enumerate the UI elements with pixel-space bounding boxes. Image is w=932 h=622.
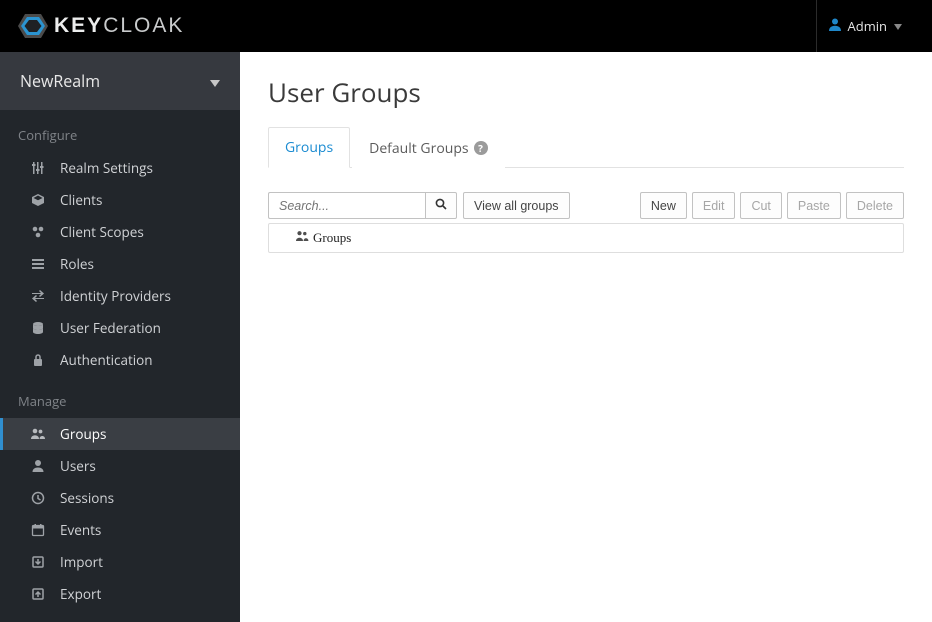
edit-button[interactable]: Edit — [692, 192, 736, 219]
sidebar-item-import[interactable]: Import — [0, 546, 240, 578]
cube-icon — [30, 193, 45, 208]
sidebar-item-label: Groups — [60, 425, 106, 443]
tab-default-groups[interactable]: Default Groups ? — [352, 127, 504, 168]
sidebar-item-roles[interactable]: Roles — [0, 248, 240, 280]
user-icon — [829, 17, 841, 35]
tree-root-label: Groups — [313, 230, 351, 246]
brand-logo[interactable]: KEYCLOAK — [18, 12, 184, 40]
sidebar-item-label: Import — [60, 553, 103, 571]
tab-label: Groups — [285, 138, 333, 157]
search-input[interactable] — [268, 192, 425, 219]
sidebar-item-label: Identity Providers — [60, 287, 171, 305]
scopes-icon — [30, 225, 45, 240]
export-icon — [30, 587, 45, 602]
realm-name: NewRealm — [20, 70, 100, 92]
sidebar-item-identity-providers[interactable]: Identity Providers — [0, 280, 240, 312]
sidebar-item-events[interactable]: Events — [0, 514, 240, 546]
groups-icon — [295, 230, 309, 246]
sidebar-item-groups[interactable]: Groups — [0, 418, 240, 450]
sidebar-item-label: Export — [60, 585, 101, 603]
sidebar-item-user-federation[interactable]: User Federation — [0, 312, 240, 344]
sidebar-item-client-scopes[interactable]: Client Scopes — [0, 216, 240, 248]
tab-groups[interactable]: Groups — [268, 127, 350, 168]
calendar-icon — [30, 523, 45, 538]
tab-label: Default Groups — [369, 139, 468, 158]
tree-root[interactable]: Groups — [269, 224, 903, 252]
toolbar-right: New Edit Cut Paste Delete — [640, 192, 904, 219]
sidebar-item-label: Roles — [60, 255, 94, 273]
main-content: User Groups Groups Default Groups ? — [240, 52, 932, 622]
sidebar-item-label: Realm Settings — [60, 159, 153, 177]
sliders-icon — [30, 161, 45, 176]
exchange-icon — [30, 289, 45, 304]
search-icon — [435, 198, 447, 213]
top-header: KEYCLOAK Admin — [0, 0, 932, 52]
user-name: Admin — [848, 17, 887, 35]
help-icon[interactable]: ? — [474, 141, 488, 155]
paste-button[interactable]: Paste — [787, 192, 841, 219]
sidebar-item-label: Sessions — [60, 489, 114, 507]
search-button[interactable] — [425, 192, 457, 219]
sidebar-section-manage: Manage — [0, 376, 240, 418]
user-icon — [30, 459, 45, 474]
sidebar-item-label: Authentication — [60, 351, 153, 369]
chevron-down-icon — [210, 70, 220, 92]
import-icon — [30, 555, 45, 570]
sidebar-item-label: Events — [60, 521, 101, 539]
chevron-down-icon — [894, 19, 902, 33]
sidebar-item-realm-settings[interactable]: Realm Settings — [0, 152, 240, 184]
realm-selector[interactable]: NewRealm — [0, 52, 240, 110]
sidebar-item-authentication[interactable]: Authentication — [0, 344, 240, 376]
groups-tree: Groups — [268, 223, 904, 253]
page-title: User Groups — [268, 74, 904, 110]
sidebar-item-export[interactable]: Export — [0, 578, 240, 610]
delete-button[interactable]: Delete — [846, 192, 904, 219]
brand-name: KEYCLOAK — [54, 14, 184, 38]
sidebar-item-label: User Federation — [60, 319, 161, 337]
sidebar-item-label: Clients — [60, 191, 102, 209]
database-icon — [30, 321, 45, 336]
groups-icon — [30, 427, 45, 442]
new-button[interactable]: New — [640, 192, 687, 219]
cut-button[interactable]: Cut — [740, 192, 781, 219]
tabs: Groups Default Groups ? — [268, 126, 904, 168]
groups-panel: View all groups New Edit Cut Paste Delet… — [268, 192, 904, 253]
view-all-groups-button[interactable]: View all groups — [463, 192, 570, 219]
keycloak-logo-icon — [18, 12, 48, 40]
sidebar-item-sessions[interactable]: Sessions — [0, 482, 240, 514]
sidebar-item-users[interactable]: Users — [0, 450, 240, 482]
lock-icon — [30, 353, 45, 368]
app-body: NewRealm Configure Realm Settings Client… — [0, 52, 932, 622]
toolbar: View all groups New Edit Cut Paste Delet… — [268, 192, 904, 219]
sidebar-item-label: Client Scopes — [60, 223, 144, 241]
sidebar-section-configure: Configure — [0, 110, 240, 152]
search-group — [268, 192, 457, 219]
sidebar: NewRealm Configure Realm Settings Client… — [0, 52, 240, 622]
sidebar-item-clients[interactable]: Clients — [0, 184, 240, 216]
clock-icon — [30, 491, 45, 506]
user-dropdown[interactable]: Admin — [816, 0, 914, 52]
sidebar-item-label: Users — [60, 457, 96, 475]
list-icon — [30, 257, 45, 272]
